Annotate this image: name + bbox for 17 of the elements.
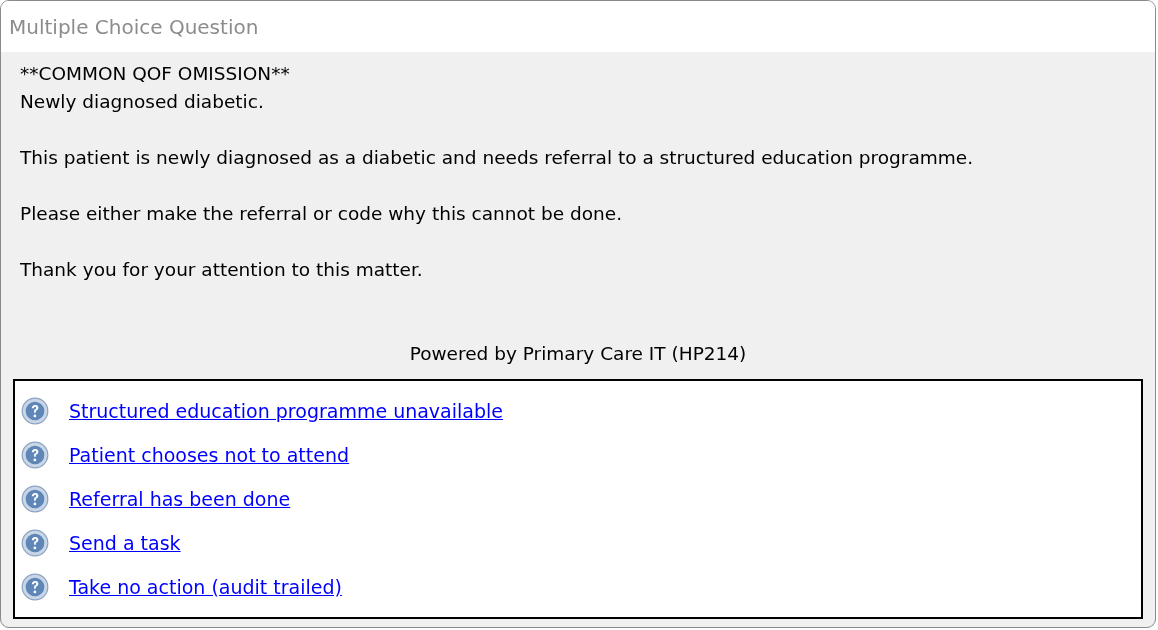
help-icon [21, 441, 49, 469]
option-link[interactable]: Take no action (audit trailed) [69, 576, 342, 598]
option-link[interactable]: Patient chooses not to attend [69, 444, 350, 466]
message-subheading: Newly diagnosed diabetic. [20, 90, 265, 114]
option-link[interactable]: Structured education programme unavailable [69, 400, 503, 422]
option-link[interactable]: Send a task [69, 532, 181, 554]
message-paragraph: Thank you for your attention to this matter. [20, 258, 424, 282]
message-paragraph: Please either make the referral or code why this cannot be done. [20, 202, 623, 226]
help-icon [21, 529, 49, 557]
help-icon [21, 397, 49, 425]
powered-by-text: Powered by Primary Care IT (HP214) [409, 343, 747, 364]
message-paragraph: This patient is newly diagnosed as a diabetic and needs referral to a structured education programme. [20, 146, 975, 170]
help-icon [21, 485, 49, 513]
help-icon [21, 573, 49, 601]
message-heading: **COMMON QOF OMISSION** [20, 62, 291, 86]
option-link[interactable]: Referral has been done [69, 488, 291, 510]
window-title: Multiple Choice Question [9, 14, 259, 39]
